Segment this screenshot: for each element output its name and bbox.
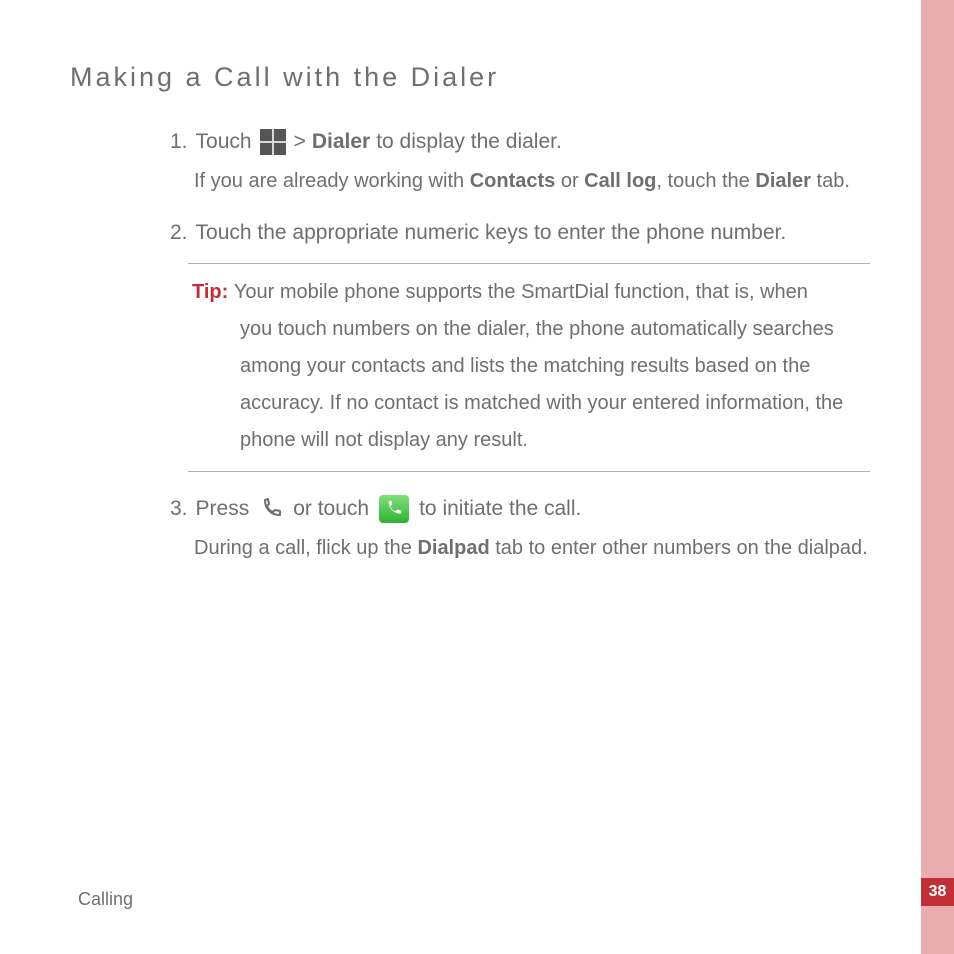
step-1: 1. Touch > Dialer to display the dialer.… bbox=[170, 127, 870, 196]
step-1-or: or bbox=[555, 170, 584, 192]
side-tab bbox=[921, 0, 954, 954]
footer-section-label: Calling bbox=[78, 889, 133, 910]
contacts-label: Contacts bbox=[470, 170, 556, 192]
step-1-text-b: to display the dialer. bbox=[376, 127, 562, 157]
step-3-sub-a: During a call, flick up the bbox=[194, 537, 417, 559]
step-2: 2. Touch the appropriate numeric keys to… bbox=[170, 218, 870, 471]
tip-box: Tip: Your mobile phone supports the Smar… bbox=[188, 263, 870, 472]
app-grid-icon bbox=[260, 129, 286, 155]
dialpad-label: Dialpad bbox=[417, 537, 489, 559]
step-1-sub: If you are already working with Contacts… bbox=[170, 167, 870, 196]
step-3-sub-b: tab to enter other numbers on the dialpa… bbox=[490, 537, 868, 559]
step-2-line: 2. Touch the appropriate numeric keys to… bbox=[170, 218, 870, 248]
calllog-label: Call log bbox=[584, 170, 656, 192]
dialer-label: Dialer bbox=[312, 127, 370, 157]
phone-outline-icon bbox=[259, 497, 283, 521]
step-2-number: 2. bbox=[170, 218, 188, 248]
step-1-number: 1. bbox=[170, 127, 188, 157]
step-1-sub-c: tab. bbox=[811, 170, 850, 192]
step-1-gt: > bbox=[294, 127, 306, 157]
dialer-label-2: Dialer bbox=[755, 170, 811, 192]
step-2-text: Touch the appropriate numeric keys to en… bbox=[196, 218, 787, 248]
step-1-line: 1. Touch > Dialer to display the dialer. bbox=[170, 127, 870, 157]
step-list: 1. Touch > Dialer to display the dialer.… bbox=[70, 127, 870, 563]
step-3: 3. Press or touch to initiate the call. … bbox=[170, 494, 870, 563]
page-number-box: 38 bbox=[921, 878, 954, 906]
content-area: Making a Call with the Dialer 1. Touch >… bbox=[70, 62, 870, 585]
call-button-icon bbox=[379, 495, 409, 523]
step-3-line: 3. Press or touch to initiate the call. bbox=[170, 494, 870, 524]
section-heading: Making a Call with the Dialer bbox=[70, 62, 870, 93]
step-3-number: 3. bbox=[170, 494, 188, 524]
tip-body: you touch numbers on the dialer, the pho… bbox=[192, 311, 866, 459]
step-1-sub-a: If you are already working with bbox=[194, 170, 470, 192]
page-number: 38 bbox=[929, 883, 947, 901]
step-3-text-a: Press bbox=[196, 494, 250, 524]
step-3-text-c: to initiate the call. bbox=[419, 494, 581, 524]
step-3-text-b: or touch bbox=[293, 494, 369, 524]
step-1-sub-b: , touch the bbox=[656, 170, 755, 192]
step-1-text-a: Touch bbox=[196, 127, 252, 157]
step-3-sub: During a call, flick up the Dialpad tab … bbox=[170, 534, 870, 563]
manual-page: 38 Making a Call with the Dialer 1. Touc… bbox=[0, 0, 954, 954]
tip-label: Tip: bbox=[192, 281, 234, 303]
tip-first-line: Your mobile phone supports the SmartDial… bbox=[234, 281, 808, 303]
